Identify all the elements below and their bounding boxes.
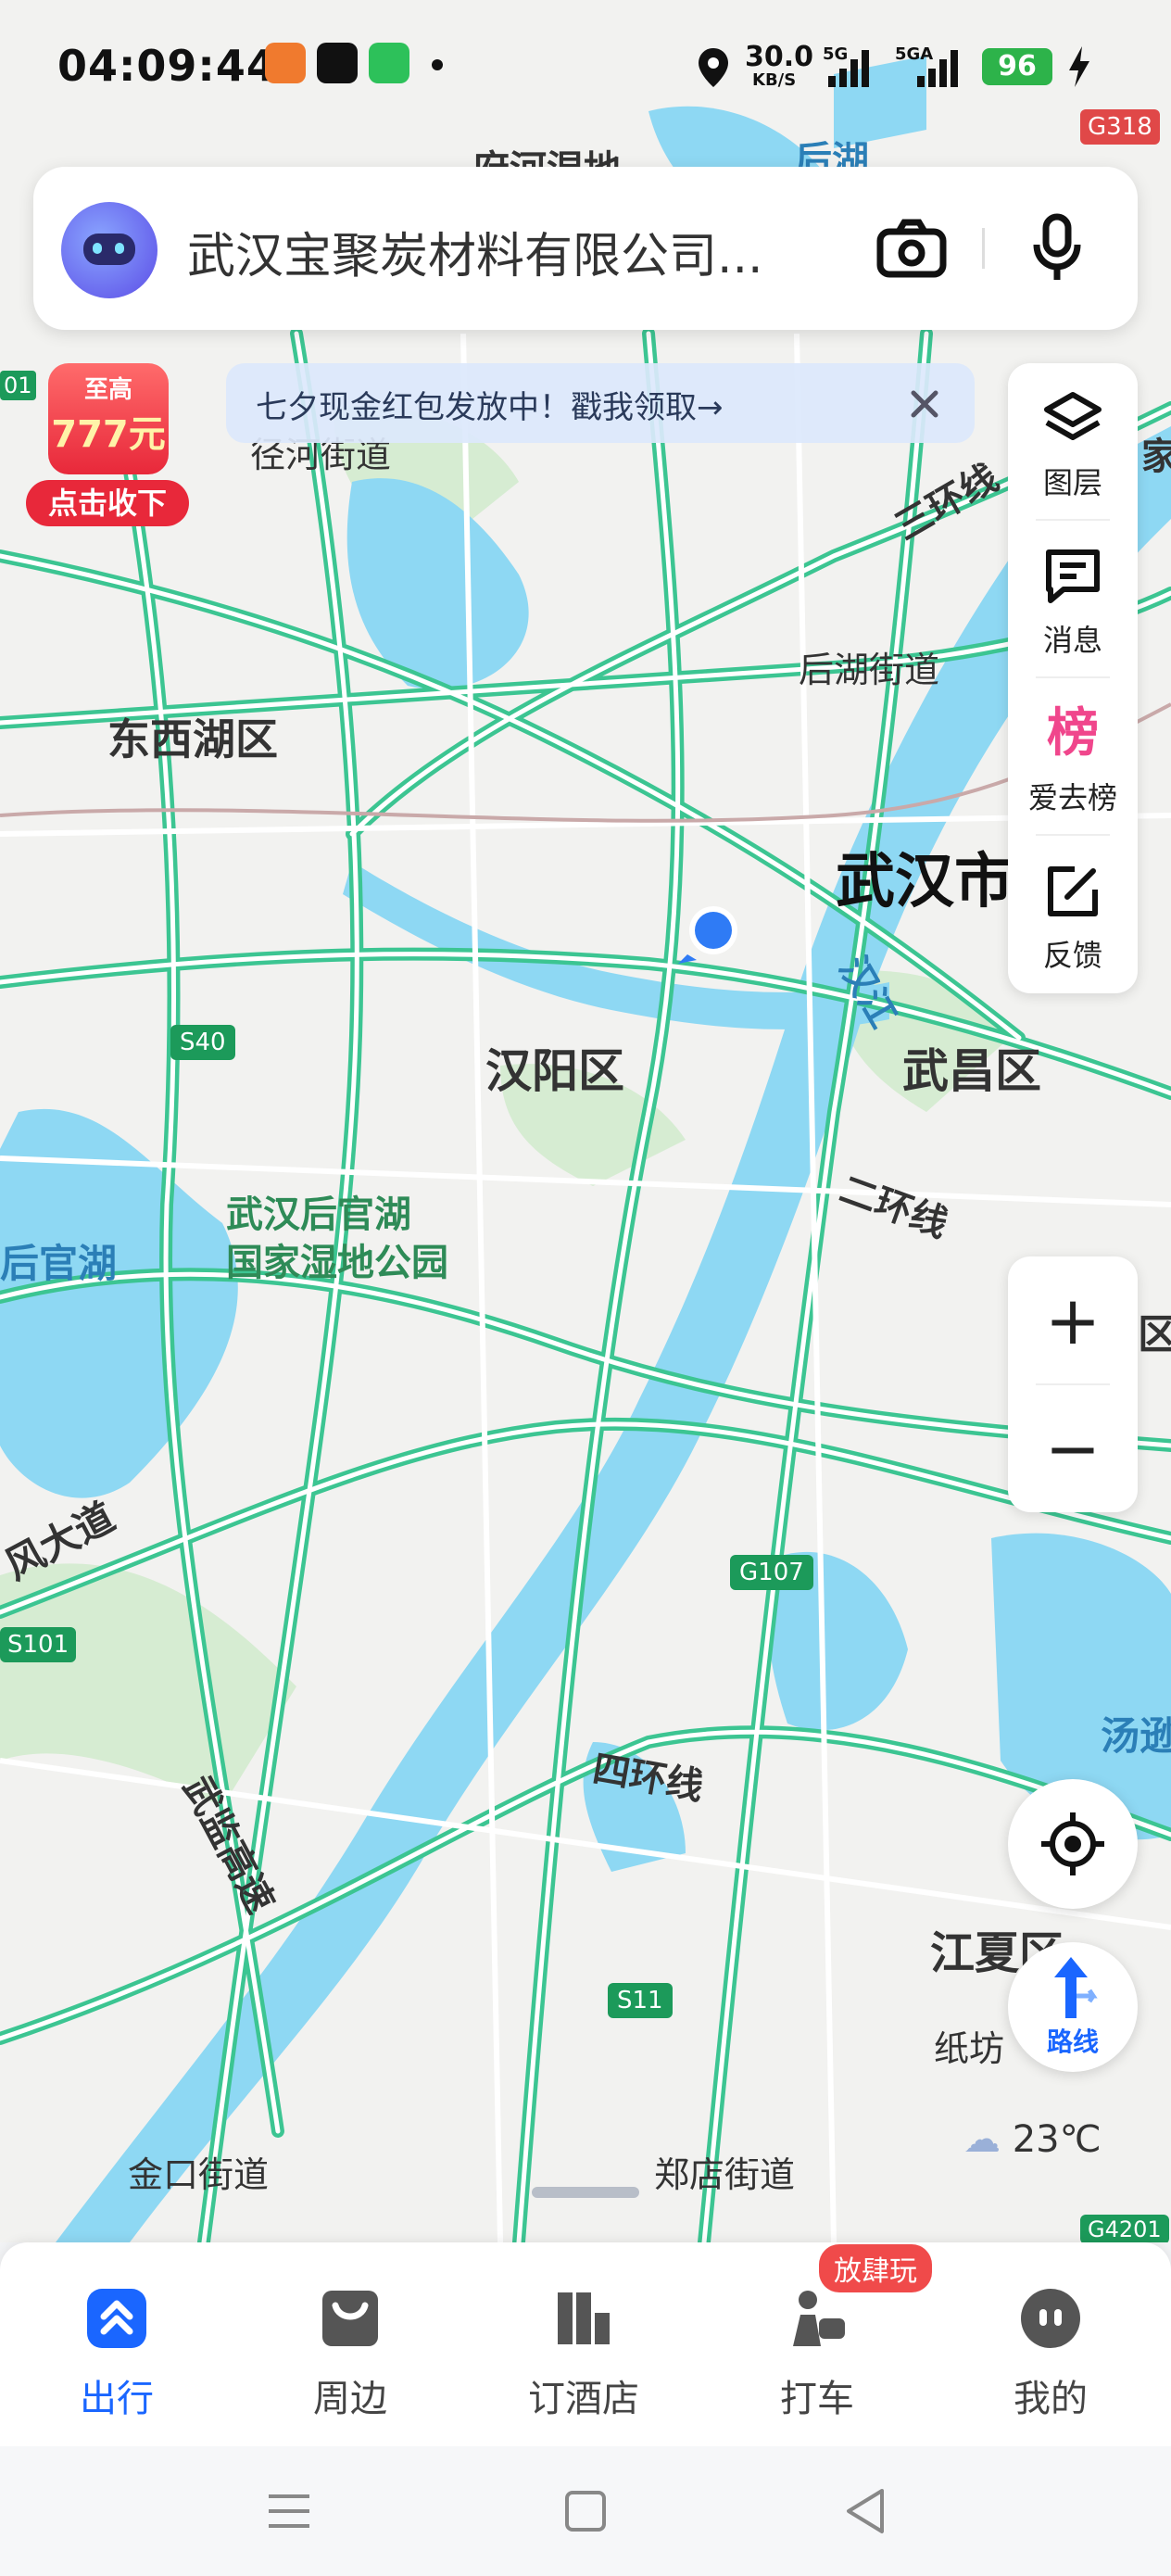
- route-label: 路线: [1046, 2027, 1099, 2057]
- status-bar: 04:09:44 30.0 KB/S 5G 5GA 96: [0, 0, 1171, 139]
- taxi-icon: [793, 2291, 845, 2346]
- layers-icon: [1044, 392, 1102, 440]
- weather-widget[interactable]: ☁ 23℃: [963, 2118, 1102, 2161]
- location-pin-icon: [699, 48, 728, 87]
- tab-label: 出行: [80, 2378, 154, 2420]
- tab-label: 打车: [780, 2378, 854, 2420]
- divider: [982, 228, 985, 269]
- system-nav-bar: [0, 2446, 1171, 2576]
- map-label: 武昌区: [902, 1044, 1041, 1098]
- tool-layers[interactable]: 图层: [1008, 363, 1138, 521]
- camera-icon[interactable]: [876, 219, 947, 278]
- promo-amount: 777元: [51, 413, 166, 456]
- map-label: 武汉后官湖: [226, 1193, 411, 1236]
- map-label: 金口街道: [128, 2154, 270, 2195]
- message-icon: [1046, 549, 1100, 603]
- signal-icon: [828, 50, 869, 87]
- tab-hotel[interactable]: 订酒店: [500, 2267, 667, 2424]
- tool-label: 图层: [1042, 465, 1102, 500]
- tiktok-icon: [317, 43, 358, 83]
- hotel-icon: [558, 2292, 610, 2344]
- promo-banner[interactable]: 七夕现金红包发放中！戳我领取→: [226, 363, 975, 443]
- temperature: 23℃: [1012, 2118, 1102, 2161]
- close-icon[interactable]: [908, 387, 941, 421]
- status-time: 04:09:44: [57, 41, 277, 91]
- travel-icon: [87, 2289, 146, 2348]
- promo-action-button[interactable]: 点击收下: [26, 480, 189, 526]
- zoom-control: + −: [1008, 1256, 1138, 1512]
- map-canvas: [0, 56, 1171, 2242]
- map-label: 武汉市: [836, 848, 1014, 916]
- crosshair-icon: [1041, 1812, 1104, 1875]
- nearby-icon: [322, 2291, 378, 2346]
- map-view[interactable]: 府河湿地 后湖 径河街道 后湖街道 东西湖区 武汉市 汉江 汉阳区 武昌区 武汉…: [0, 0, 1171, 2242]
- map-label: 后湖街道: [799, 650, 940, 690]
- zoom-in-button[interactable]: +: [1008, 1256, 1138, 1384]
- red-packet-promo[interactable]: 至高 777元 点击收下: [26, 363, 189, 530]
- map-label: 国家湿地公园: [226, 1242, 448, 1284]
- home-icon[interactable]: [558, 2483, 613, 2539]
- tab-travel[interactable]: 出行: [33, 2267, 200, 2424]
- tab-label: 我的: [1014, 2378, 1088, 2420]
- locate-me-button[interactable]: [1008, 1779, 1138, 1909]
- net-speed-unit: KB/S: [752, 70, 797, 90]
- map-toolbar: 图层 消息 榜 爱去榜 反馈: [1008, 363, 1138, 993]
- tool-label: 爱去榜: [1027, 780, 1117, 815]
- route-button[interactable]: 路线: [1008, 1942, 1138, 2072]
- road-shield: S11: [608, 1983, 673, 2018]
- tab-label: 周边: [313, 2378, 387, 2420]
- tool-ranking[interactable]: 榜 爱去榜: [1008, 678, 1138, 836]
- feedback-icon: [1048, 866, 1098, 916]
- map-label: 汤逊: [1101, 1713, 1171, 1759]
- map-label: 后官湖: [0, 1241, 118, 1286]
- tab-profile[interactable]: 我的: [967, 2267, 1134, 2424]
- map-label: 纸坊: [934, 2028, 1005, 2069]
- route-arrow-icon: [1054, 1957, 1098, 2018]
- tab-label: 订酒店: [528, 2378, 639, 2420]
- net-speed: 30.0: [745, 41, 814, 73]
- road-shield: G4201: [1080, 2215, 1169, 2242]
- zoom-out-button[interactable]: −: [1008, 1384, 1138, 1512]
- tool-messages[interactable]: 消息: [1008, 521, 1138, 678]
- map-label: 东西湖区: [107, 714, 278, 764]
- search-input[interactable]: 武汉宝聚炭材料有限公司...: [187, 217, 763, 286]
- charging-icon: [1069, 46, 1089, 87]
- promo-top-text: 至高: [83, 376, 132, 404]
- tool-label: 反馈: [1042, 938, 1102, 973]
- microphone-icon[interactable]: [1032, 213, 1082, 284]
- tool-feedback[interactable]: 反馈: [1008, 836, 1138, 993]
- partly-cloudy-icon: ☁: [963, 2118, 1001, 2161]
- banner-text: 七夕现金红包发放中！戳我领取→: [256, 389, 724, 426]
- wechat-icon: [369, 43, 409, 83]
- map-label: 家: [1141, 436, 1171, 478]
- battery-level: 96: [982, 48, 1052, 85]
- map-label: 郑店街道: [654, 2154, 796, 2195]
- map-label: 汉阳区: [485, 1044, 624, 1098]
- signal-icon-2: [917, 50, 958, 87]
- ranking-icon: 榜: [1047, 703, 1099, 764]
- taobao-icon: [265, 43, 306, 83]
- back-icon[interactable]: [839, 2483, 895, 2539]
- road-shield: G107: [730, 1555, 813, 1590]
- profile-icon: [1021, 2289, 1080, 2348]
- map-label: 区: [1138, 1311, 1171, 1358]
- assistant-avatar-icon[interactable]: [61, 202, 157, 298]
- taxi-promo-badge: 放肆玩: [819, 2244, 932, 2292]
- search-bar[interactable]: 武汉宝聚炭材料有限公司...: [33, 167, 1138, 330]
- drawer-handle[interactable]: [532, 2187, 639, 2198]
- road-shield: S101: [0, 1627, 77, 1662]
- tab-nearby[interactable]: 周边: [267, 2267, 434, 2424]
- tool-label: 消息: [1042, 623, 1102, 658]
- road-shield: S40: [170, 1025, 235, 1060]
- menu-icon[interactable]: [261, 2483, 317, 2539]
- bottom-tab-bar: 出行 周边 订酒店 打车 我的: [0, 2242, 1171, 2446]
- more-notifications-icon: [432, 59, 443, 70]
